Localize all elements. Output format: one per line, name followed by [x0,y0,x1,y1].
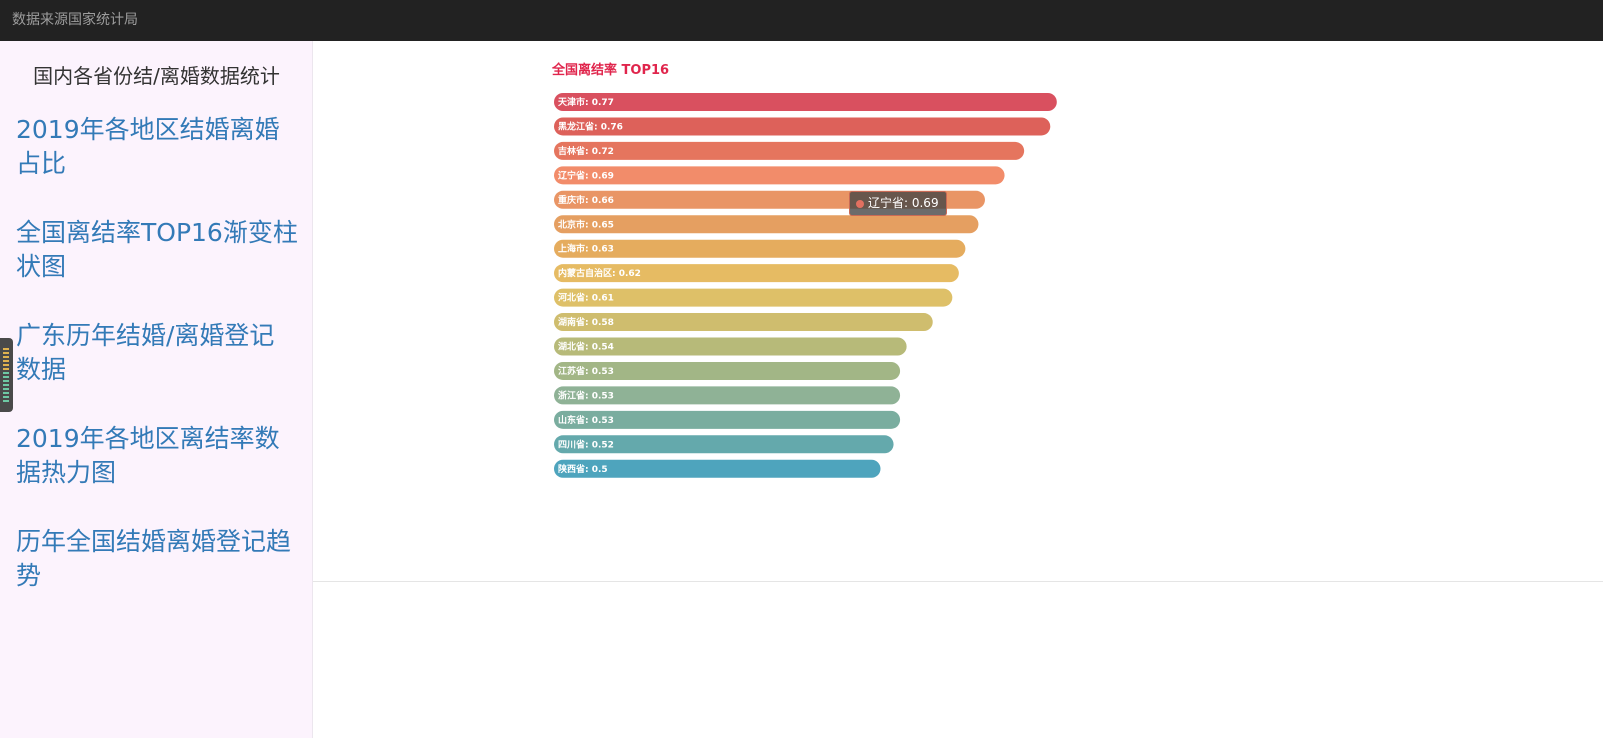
bar-label-1: 黑龙江省: 0.76 [558,120,623,132]
navbar-brand[interactable]: 数据来源国家统计局 [12,11,138,29]
sidebar-item: 全国离结率TOP16渐变柱状图 [16,216,298,319]
sidebar-link-marriage-divorce-share[interactable]: 2019年各地区结婚离婚占比 [16,113,298,181]
bar-6[interactable] [554,239,966,258]
sidebar-link-guangdong-history[interactable]: 广东历年结婚/离婚登记数据 [16,319,298,387]
bars-group: 天津市: 0.77 黑龙江省: 0.76 吉林省: 0.72 辽宁省: 0.69 重庆市… [554,93,1057,478]
chart-tooltip: 辽宁省: 0.69 [849,191,947,216]
bar-label-6: 上海市: 0.63 [558,243,614,255]
sidebar: 国内各省份结/离婚数据统计 2019年各地区结婚离婚占比 全国离结率TOP16渐… [0,41,313,738]
sidebar-title: 国内各省份结/离婚数据统计 [33,64,280,88]
bar-label-7: 内蒙古自治区: 0.62 [558,267,641,279]
bar-label-8: 河北省: 0.61 [558,292,614,304]
sidebar-item: 2019年各地区离结率数据热力图 [16,422,298,525]
sidebar-item: 广东历年结婚/离婚登记数据 [16,319,298,422]
bar-label-9: 湖南省: 0.58 [558,316,614,328]
equalizer-icon [3,348,9,404]
bar-label-5: 北京市: 0.65 [558,218,614,230]
top-navbar: 数据来源国家统计局 [0,0,1603,41]
bar-label-10: 湖北省: 0.54 [558,341,614,353]
bar-label-13: 山东省: 0.53 [558,414,614,426]
section-divider [313,581,1603,582]
bar-1[interactable] [554,117,1051,136]
sidebar-item: 历年全国结婚离婚登记趋势 [16,525,298,628]
tooltip-text: 辽宁省: 0.69 [868,196,939,210]
main-content: 全国离结率 TOP16 天津市: 0.77 黑龙江省: 0.76 吉林省: 0.72… [313,41,1603,738]
bar-label-4: 重庆市: 0.66 [558,194,614,206]
bar-label-11: 江苏省: 0.53 [558,365,614,377]
side-drawer-handle[interactable] [0,338,13,412]
divorce-ratio-bar-chart: 全国离结率 TOP16 天津市: 0.77 黑龙江省: 0.76 吉林省: 0.72… [551,62,1057,478]
bar-5[interactable] [554,215,979,234]
bar-2[interactable] [554,141,1025,160]
sidebar-item: 2019年各地区结婚离婚占比 [16,113,298,216]
sidebar-link-divorce-ratio-heatmap[interactable]: 2019年各地区离结率数据热力图 [16,422,298,490]
bar-label-2: 吉林省: 0.72 [558,145,614,157]
bar-label-12: 浙江省: 0.53 [558,389,614,401]
bar-label-15: 陕西省: 0.5 [558,463,608,475]
sidebar-nav: 2019年各地区结婚离婚占比 全国离结率TOP16渐变柱状图 广东历年结婚/离婚… [16,113,298,628]
bar-3[interactable] [554,166,1005,185]
tooltip-dot-icon [856,200,864,208]
bar-label-14: 四川省: 0.52 [558,438,614,450]
bar-0[interactable] [554,93,1057,111]
bar-label-3: 辽宁省: 0.69 [558,169,614,181]
sidebar-link-divorce-ratio-top16[interactable]: 全国离结率TOP16渐变柱状图 [16,216,298,284]
bar-label-0: 天津市: 0.77 [558,96,614,108]
sidebar-link-national-trend[interactable]: 历年全国结婚离婚登记趋势 [16,525,298,593]
chart-title: 全国离结率 TOP16 [551,62,669,78]
